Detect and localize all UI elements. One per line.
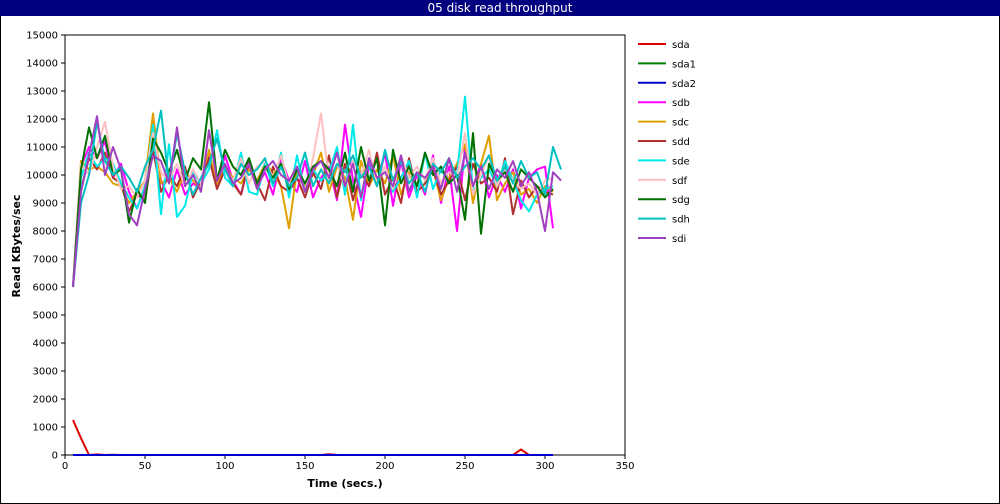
y-tick-label: 5000 (33, 311, 58, 322)
x-tick-label: 350 (615, 461, 634, 472)
x-tick-label: 300 (535, 461, 554, 472)
legend-label-sdc: sdc (672, 118, 689, 129)
axes (61, 34, 626, 459)
y-tick-label: 0 (52, 451, 58, 462)
legend: sda sda1 sda2 sdb sdc sdd sde sdf sdg sdh sdi (638, 40, 696, 245)
x-tick-label: 50 (139, 461, 152, 472)
legend-label-sde: sde (672, 156, 690, 167)
y-tick-label: 11000 (26, 143, 58, 154)
x-axis-label: Time (secs.) (307, 477, 382, 490)
legend-label-sdh: sdh (672, 215, 690, 226)
x-tick-labels: 0 50 100 150 200 250 300 350 (62, 461, 635, 472)
x-tick-label: 150 (295, 461, 314, 472)
x-tick-label: 0 (62, 461, 68, 472)
y-axis-label: Read KBytes/sec (10, 195, 23, 298)
y-tick-label: 15000 (26, 31, 58, 42)
y-tick-label: 10000 (26, 171, 58, 182)
x-tick-label: 200 (375, 461, 394, 472)
plot-area (64, 34, 626, 456)
y-tick-label: 12000 (26, 115, 58, 126)
chart-svg: 0 50 100 150 200 250 300 350 0 1000 2000 3000 4000 5… (10, 31, 696, 491)
legend-label-sdb: sdb (672, 98, 690, 109)
y-tick-labels: 0 1000 2000 3000 4000 5000 6000 7000 8000 9000 100… (26, 31, 58, 462)
x-tick-label: 100 (215, 461, 234, 472)
y-tick-label: 8000 (33, 227, 58, 238)
y-tick-label: 14000 (26, 59, 58, 70)
legend-label-sdg: sdg (672, 195, 690, 206)
y-tick-label: 13000 (26, 87, 58, 98)
legend-label-sdf: sdf (672, 176, 688, 187)
y-tick-label: 7000 (33, 255, 58, 266)
legend-label-sda: sda (672, 40, 690, 51)
legend-label-sda2: sda2 (672, 79, 696, 90)
legend-label-sdd: sdd (672, 137, 690, 148)
y-tick-label: 1000 (33, 423, 58, 434)
legend-label-sdi: sdi (672, 234, 686, 245)
y-tick-label: 2000 (33, 395, 58, 406)
x-tick-label: 250 (455, 461, 474, 472)
legend-label-sda1: sda1 (672, 59, 696, 70)
y-tick-label: 3000 (33, 367, 58, 378)
y-tick-label: 6000 (33, 283, 58, 294)
y-tick-label: 4000 (33, 339, 58, 350)
y-tick-label: 9000 (33, 199, 58, 210)
